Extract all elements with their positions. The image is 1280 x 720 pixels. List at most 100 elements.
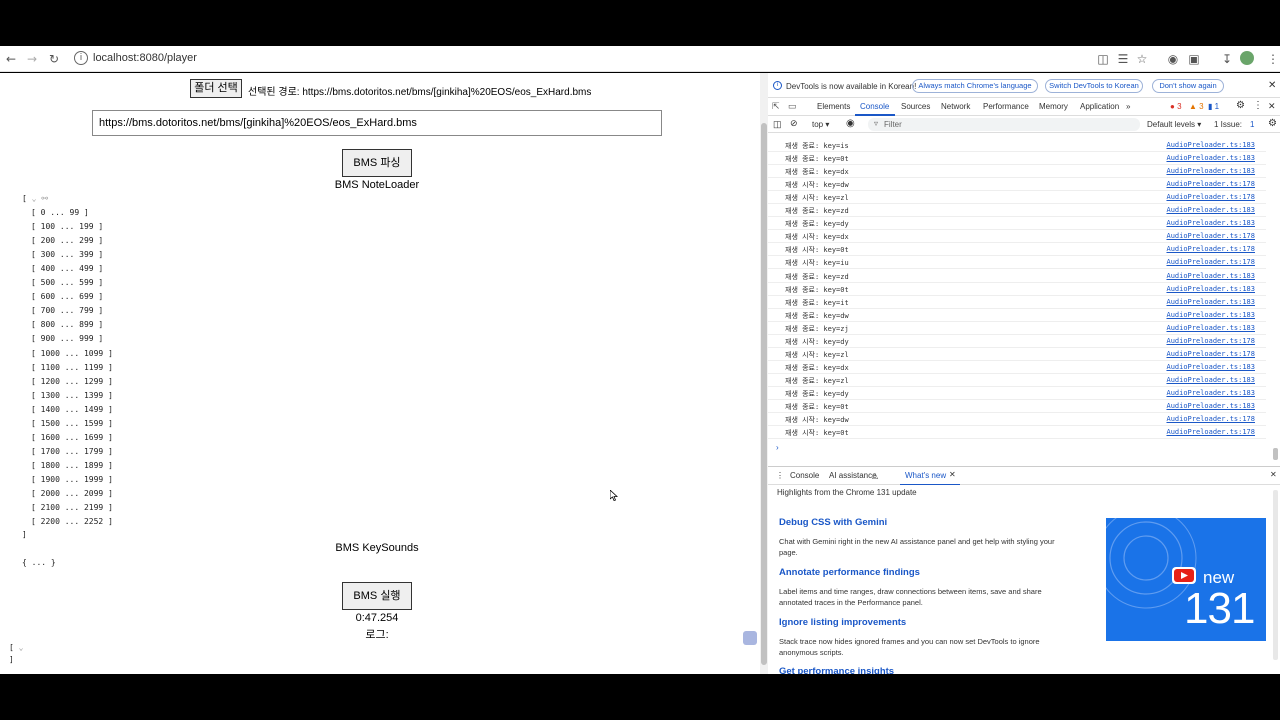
install-icon[interactable]: ◫: [1094, 50, 1112, 68]
log-source-link[interactable]: AudioPreloader.ts:183: [1166, 376, 1255, 384]
range-item[interactable]: [ 1700 ... 1799 ]: [31, 447, 113, 456]
bookmark-star-icon[interactable]: ☆: [1133, 50, 1151, 68]
drawer-scrollbar[interactable]: [1273, 490, 1278, 660]
filter-input[interactable]: Filter: [868, 118, 1140, 131]
range-item[interactable]: [ 1400 ... 1499 ]: [31, 405, 113, 414]
close-devtools-icon[interactable]: ✕: [1268, 101, 1276, 112]
switch-korean-button[interactable]: Switch DevTools to Korean: [1045, 79, 1143, 93]
log-source-link[interactable]: AudioPreloader.ts:178: [1166, 258, 1255, 266]
range-item[interactable]: [ 600 ... 699 ]: [31, 292, 103, 301]
chrome-131-promo[interactable]: new 131: [1106, 518, 1266, 641]
tab-console[interactable]: Console: [860, 102, 889, 111]
log-source-link[interactable]: AudioPreloader.ts:183: [1166, 141, 1255, 149]
page-scrollbar[interactable]: [760, 73, 768, 674]
folder-select-button[interactable]: 폴더 선택: [190, 79, 242, 98]
issues-count[interactable]: 1: [1250, 120, 1254, 129]
chevron-down-icon[interactable]: ⌄: [32, 194, 37, 203]
download-icon[interactable]: ↧: [1218, 50, 1236, 68]
range-item[interactable]: [ 1300 ... 1399 ]: [31, 391, 113, 400]
log-source-link[interactable]: AudioPreloader.ts:183: [1166, 206, 1255, 214]
whatsnew-title-3[interactable]: Ignore listing improvements: [779, 617, 906, 628]
console-scrollbar-thumb[interactable]: [1273, 448, 1278, 460]
address-bar[interactable]: localhost:8080/player: [93, 52, 197, 64]
inspect-icon[interactable]: ⇱: [772, 101, 780, 112]
log-source-link[interactable]: AudioPreloader.ts:183: [1166, 219, 1255, 227]
log-source-link[interactable]: AudioPreloader.ts:178: [1166, 415, 1255, 423]
array-open[interactable]: [ ⌄ ⚯: [22, 194, 48, 203]
range-item[interactable]: [ 300 ... 399 ]: [31, 250, 103, 259]
drawer-tab-ai[interactable]: AI assistance: [829, 471, 877, 480]
reload-icon[interactable]: ↻: [45, 50, 63, 68]
range-item[interactable]: [ 400 ... 499 ]: [31, 264, 103, 273]
bms-url-input[interactable]: https://bms.dotoritos.net/bms/[ginkiha]%…: [92, 110, 662, 136]
context-select[interactable]: top ▾: [812, 120, 829, 129]
log-source-link[interactable]: AudioPreloader.ts:178: [1166, 193, 1255, 201]
close-icon[interactable]: ✕: [1268, 80, 1276, 91]
back-icon[interactable]: ←: [2, 50, 20, 68]
log-source-link[interactable]: AudioPreloader.ts:178: [1166, 337, 1255, 345]
log-source-link[interactable]: AudioPreloader.ts:183: [1166, 389, 1255, 397]
whatsnew-title-2[interactable]: Annotate performance findings: [779, 567, 920, 578]
parse-button[interactable]: BMS 파싱: [342, 149, 412, 177]
range-item[interactable]: [ 500 ... 599 ]: [31, 278, 103, 287]
range-item[interactable]: [ 900 ... 999 ]: [31, 334, 103, 343]
more-options-icon[interactable]: ⋮: [1253, 100, 1263, 111]
translate-icon[interactable]: ☰: [1114, 50, 1132, 68]
page-scrollbar-thumb[interactable]: [761, 123, 767, 665]
range-item[interactable]: [ 2000 ... 2099 ]: [31, 489, 113, 498]
drawer-menu-icon[interactable]: ⋮: [776, 471, 784, 480]
range-item[interactable]: [ 1100 ... 1199 ]: [31, 363, 113, 372]
eye-icon[interactable]: ◉: [846, 118, 855, 129]
levels-select[interactable]: Default levels ▾: [1147, 120, 1201, 129]
log-source-link[interactable]: AudioPreloader.ts:183: [1166, 167, 1255, 175]
whatsnew-title-4[interactable]: Get performance insights: [779, 666, 894, 674]
drawer-tab-console[interactable]: Console: [790, 471, 819, 480]
log-source-link[interactable]: AudioPreloader.ts:178: [1166, 245, 1255, 253]
settings-gear-icon[interactable]: ⚙: [1236, 100, 1245, 111]
extension-badge-icon[interactable]: [743, 631, 757, 645]
range-item[interactable]: [ 200 ... 299 ]: [31, 236, 103, 245]
keysounds-value[interactable]: { ... }: [22, 558, 56, 567]
log-source-link[interactable]: AudioPreloader.ts:183: [1166, 402, 1255, 410]
log-source-link[interactable]: AudioPreloader.ts:178: [1166, 428, 1255, 436]
drawer-tab-whatsnew[interactable]: What's new: [905, 471, 946, 480]
range-item[interactable]: [ 1900 ... 1999 ]: [31, 475, 113, 484]
range-item[interactable]: [ 100 ... 199 ]: [31, 222, 103, 231]
more-tabs-icon[interactable]: »: [1126, 102, 1130, 111]
tab-sources[interactable]: Sources: [901, 102, 930, 111]
error-count[interactable]: ● 3: [1170, 102, 1182, 111]
tab-network[interactable]: Network: [941, 102, 970, 111]
range-item[interactable]: [ 2200 ... 2252 ]: [31, 517, 113, 526]
tab-elements[interactable]: Elements: [817, 102, 850, 111]
run-button[interactable]: BMS 실행: [342, 582, 412, 610]
chevron-down-icon[interactable]: ⌄: [19, 643, 24, 652]
dont-show-button[interactable]: Don't show again: [1152, 79, 1224, 93]
log-source-link[interactable]: AudioPreloader.ts:183: [1166, 272, 1255, 280]
issues-label[interactable]: 1 Issue:: [1214, 120, 1242, 129]
range-item[interactable]: [ 1600 ... 1699 ]: [31, 433, 113, 442]
log-source-link[interactable]: AudioPreloader.ts:178: [1166, 180, 1255, 188]
copy-icon[interactable]: ⚯: [41, 194, 48, 203]
extensions-icon[interactable]: ▣: [1185, 50, 1203, 68]
log-source-link[interactable]: AudioPreloader.ts:183: [1166, 154, 1255, 162]
avatar[interactable]: [1240, 51, 1254, 65]
close-drawer-icon[interactable]: ✕: [1270, 470, 1277, 479]
console-prompt[interactable]: ›: [776, 443, 779, 452]
screenshot-icon[interactable]: ◉: [1164, 50, 1182, 68]
device-toolbar-icon[interactable]: ▭: [788, 101, 797, 112]
whatsnew-title-1[interactable]: Debug CSS with Gemini: [779, 517, 887, 528]
log-source-link[interactable]: AudioPreloader.ts:183: [1166, 285, 1255, 293]
info-count[interactable]: ▮ 1: [1208, 102, 1219, 111]
close-tab-icon[interactable]: ✕: [949, 470, 956, 479]
forward-icon[interactable]: →: [23, 50, 41, 68]
tab-memory[interactable]: Memory: [1039, 102, 1068, 111]
log-source-link[interactable]: AudioPreloader.ts:183: [1166, 324, 1255, 332]
range-item[interactable]: [ 1000 ... 1099 ]: [31, 349, 113, 358]
log-source-link[interactable]: AudioPreloader.ts:178: [1166, 350, 1255, 358]
range-item[interactable]: [ 700 ... 799 ]: [31, 306, 103, 315]
site-info-icon[interactable]: i: [74, 51, 88, 65]
tab-application[interactable]: Application: [1080, 102, 1119, 111]
log-source-link[interactable]: AudioPreloader.ts:178: [1166, 232, 1255, 240]
range-item[interactable]: [ 0 ... 99 ]: [31, 208, 89, 217]
tab-performance[interactable]: Performance: [983, 102, 1029, 111]
